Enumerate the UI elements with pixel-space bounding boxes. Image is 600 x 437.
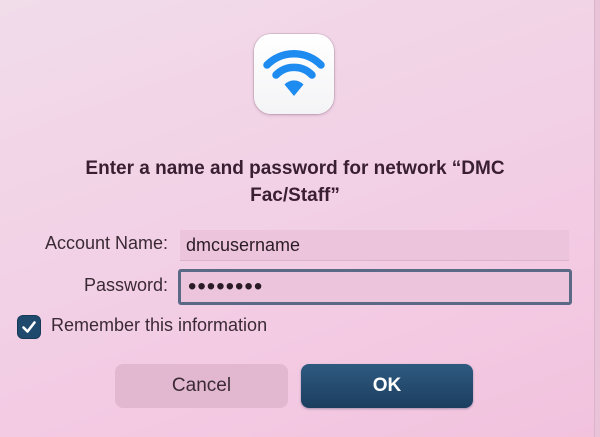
password-masked-value: •••••••• [188, 273, 264, 300]
account-name-label: Account Name: [44, 233, 168, 253]
remember-info-checkbox[interactable] [18, 316, 40, 338]
account-name-input[interactable]: dmcusername [180, 230, 569, 261]
dialog-title: Enter a name and password for network “D… [40, 155, 550, 209]
remember-info-label: Remember this information [51, 315, 268, 335]
cancel-button[interactable]: Cancel [115, 364, 288, 408]
window-edge [595, 0, 600, 437]
dialog-title-line-1: Enter a name and password for network “D… [85, 158, 505, 179]
account-name-value: dmcusername [186, 235, 301, 255]
dialog-title-line-2: Fac/Staff” [250, 185, 340, 206]
checkmark-icon [22, 321, 36, 333]
ok-button[interactable]: OK [301, 364, 473, 408]
network-password-dialog: Enter a name and password for network “D… [0, 0, 595, 437]
password-label: Password: [83, 275, 168, 295]
wifi-icon [254, 34, 334, 114]
password-input[interactable]: •••••••• [178, 269, 572, 305]
